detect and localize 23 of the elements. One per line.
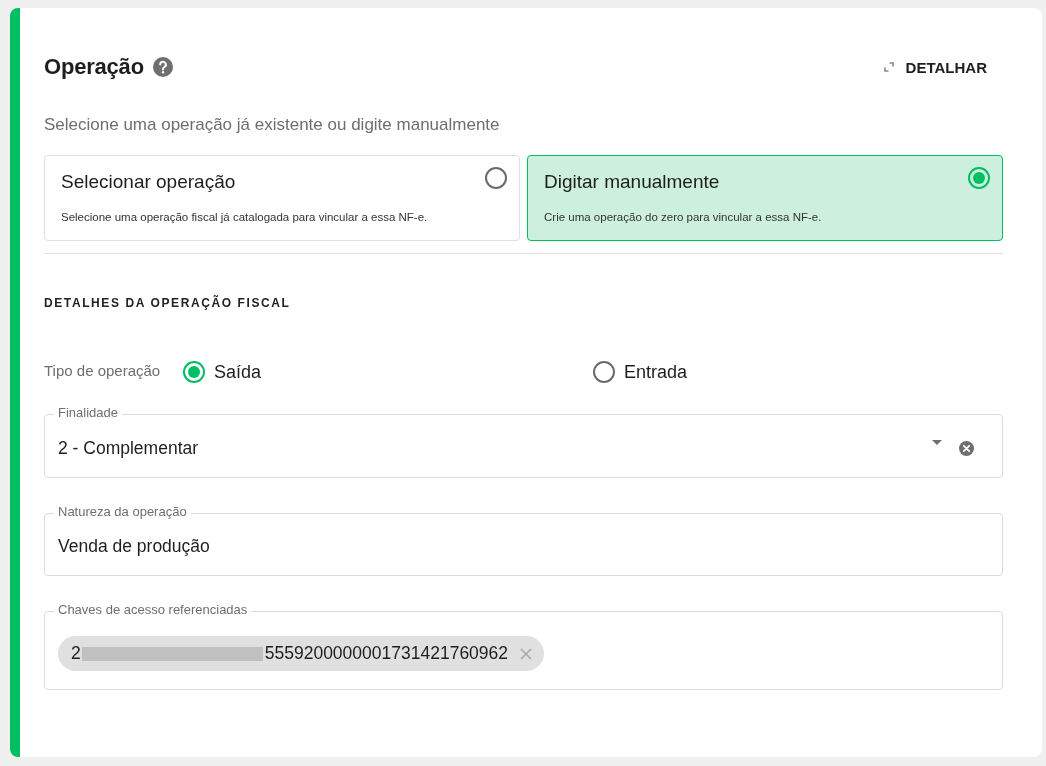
instruction-text: Selecione uma operação já existente ou digite manualmente [44, 114, 501, 136]
radio-option[interactable]: Entrada [593, 361, 688, 383]
field-label: Tipo de operação [44, 361, 162, 379]
radio-icon[interactable] [485, 167, 507, 189]
section-title: Operação [44, 53, 144, 81]
option-title: Selecionar operação [61, 170, 237, 194]
expand-icon [883, 62, 894, 72]
dropdown-caret-icon[interactable] [932, 439, 942, 445]
option-description: Crie uma operação do zero para vincular a essa NF-e. [544, 210, 822, 225]
field-label: Natureza da operação [54, 504, 191, 520]
option-title: Digitar manualmente [544, 170, 721, 194]
radio-icon[interactable] [968, 167, 990, 189]
help-icon[interactable] [152, 57, 173, 77]
clear-icon[interactable] [959, 440, 974, 456]
option-card[interactable]: Selecionar operação Selecione uma operação fiscal já catalogada para vincular a essa NF-e. [44, 155, 520, 241]
option-card[interactable]: Digitar manualmente Crie uma operação do zero para vincular a essa NF-e. [527, 155, 1003, 241]
chip[interactable]: 2 5559200000001731421760962 [58, 636, 545, 671]
radio-option[interactable]: Saída [183, 361, 262, 383]
section-heading: DETALHES DA OPERAÇÃO FISCAL [44, 295, 292, 311]
radio-icon[interactable] [183, 361, 205, 383]
radio-icon[interactable] [593, 361, 615, 383]
detail-button[interactable]: DETALHAR [883, 48, 1003, 86]
option-description: Selecione uma operação fiscal já catalogada para vincular a essa NF-e. [61, 210, 428, 225]
